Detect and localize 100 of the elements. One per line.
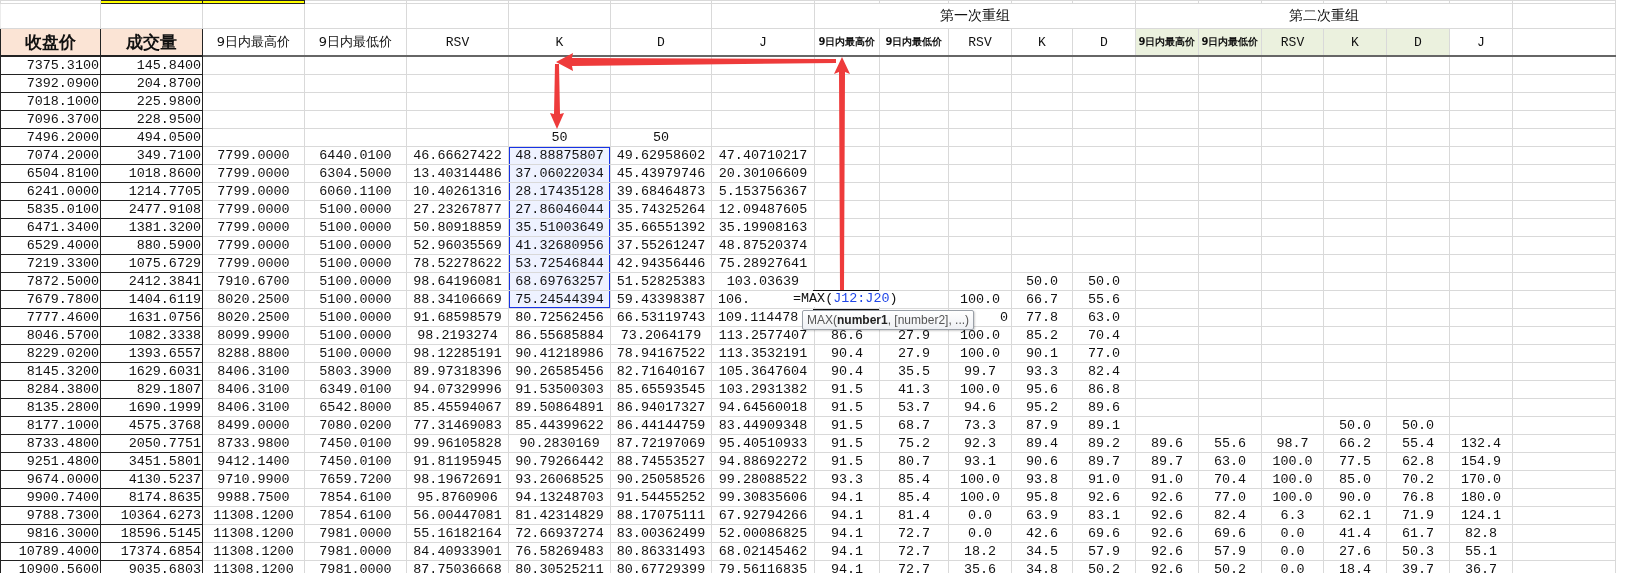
table-cell: 7450.0100 [319,436,392,451]
table-cell: 61.7 [1401,526,1435,541]
table-cell: 92.6 [1150,526,1184,541]
table-cell: 6471.3400 [26,220,99,235]
table-cell: 9710.9900 [217,472,290,487]
table-cell: 12.09487605 [718,202,808,217]
table-cell: 4575.3768 [128,418,201,433]
table-cell: 1404.6119 [128,292,201,307]
table-cell: 9788.7300 [26,508,99,523]
table-cell: 113.2577407 [718,328,808,343]
table-cell: 8174.8635 [128,490,201,505]
table-cell: 27.23267877 [413,202,502,217]
table-cell: 94.07329996 [413,382,502,397]
table-cell: 62.8 [1401,454,1435,469]
column-header: K [1038,34,1046,50]
table-cell: 5803.3900 [319,364,392,379]
table-cell: 1214.7705 [128,184,201,199]
table-cell: 94.1 [830,508,864,523]
table-cell: 95.8760906 [417,490,498,505]
table-cell: 6060.1100 [319,184,392,199]
table-cell: 59.43398387 [616,292,706,307]
table-cell: 100.0 [1272,490,1313,505]
table-cell: 86.94017327 [616,400,706,415]
table-cell: 88.34106669 [413,292,502,307]
table-cell: 92.6 [1087,490,1121,505]
table-cell: 78.52278622 [413,256,502,271]
table-cell: 95.2 [1025,400,1059,415]
table-cell: 71.9 [1401,508,1435,523]
table-cell: 6.3 [1280,508,1305,523]
table-cell: 72.7 [897,526,931,541]
column-header: RSV [445,34,470,50]
table-cell: 80.72562456 [515,310,604,325]
table-cell: 90.1 [1025,346,1059,361]
table-cell: 8020.2500 [217,310,290,325]
table-cell: 86.6 [830,328,864,343]
table-cell: 154.9 [1460,454,1502,469]
table-cell: 8046.5700 [26,328,99,343]
table-cell: 77.0 [1213,490,1247,505]
table-cell: 8406.3100 [217,382,290,397]
table-cell: 83.44909348 [718,418,808,433]
table-cell: 77.5 [1338,454,1372,469]
table-cell: 0.0 [967,526,993,541]
table-cell: 87.72197069 [616,436,706,451]
table-cell: 52.96035569 [413,238,502,253]
table-cell: 5100.0000 [319,310,392,325]
table-cell: 89.4 [1025,436,1059,451]
table-cell: 42.94356446 [616,256,706,271]
table-cell: 7659.7200 [319,472,392,487]
table-cell: 35.19908163 [718,220,808,235]
table-cell: 80.67729399 [616,562,706,573]
table-cell: 10364.6273 [120,508,201,523]
table-cell: 8020.2500 [217,292,290,307]
table-cell: 77.0 [1087,346,1121,361]
table-cell: 100.0 [959,292,1001,307]
table-cell: 2477.9108 [128,202,201,217]
table-cell: 7679.7800 [26,292,99,307]
table-cell: 62.1 [1338,508,1372,523]
column-header: D [1100,34,1108,50]
table-cell: 98.7 [1276,436,1309,451]
table-cell: 8406.3100 [217,364,290,379]
table-cell: 50.80918859 [413,220,502,235]
table-cell: 90.4 [830,364,864,379]
column-header: RSV [968,34,992,50]
table-cell: 57.9 [1213,544,1247,559]
table-cell: 5100.0000 [319,292,392,307]
table-cell: 8733.4800 [26,436,99,451]
table-cell: 73.2064179 [620,328,702,343]
table-cell: 81.42314829 [515,508,604,523]
table-cell: 50.3 [1401,544,1435,559]
table-cell: 5100.0000 [319,328,392,343]
table-cell: 83.1 [1087,508,1121,523]
table-cell: 145.8400 [136,58,201,73]
table-cell: 7392.0900 [26,76,99,91]
table-cell: 8177.1000 [26,418,99,433]
table-cell: 7799.0000 [217,166,290,181]
table-cell: 95.6 [1025,382,1059,397]
table-cell: 7799.0000 [217,202,290,217]
table-cell: 99.30835606 [718,490,808,505]
table-cell: 67.92794266 [718,508,808,523]
table-cell: 100.0 [1272,454,1313,469]
table-cell: 66.7 [1025,292,1059,307]
table-cell: 94.1 [830,562,864,573]
column-header: 9日内最低价 [885,36,943,47]
table-cell: 79.56116835 [718,562,808,573]
table-cell: 86.8 [1087,382,1121,397]
table-cell: 85.0 [1338,472,1372,487]
table-cell: 70.4 [1213,472,1247,487]
table-cell: 7910.6700 [217,274,290,289]
table-cell: 225.9800 [136,94,201,109]
group-header: 第一次重组 [940,7,1010,23]
table-cell: 89.7 [1150,454,1184,469]
table-cell: 52.00086825 [718,526,808,541]
table-cell: 7872.5000 [26,274,99,289]
table-cell: 92.6 [1150,562,1184,573]
table-cell: 85.65593545 [616,382,706,397]
table-cell: 48.88875807 [515,148,604,163]
table-cell: 90.25058526 [616,472,706,487]
column-header: D [657,34,665,50]
table-cell: 83.00362499 [616,526,706,541]
table-cell: 80.86331493 [616,544,706,559]
